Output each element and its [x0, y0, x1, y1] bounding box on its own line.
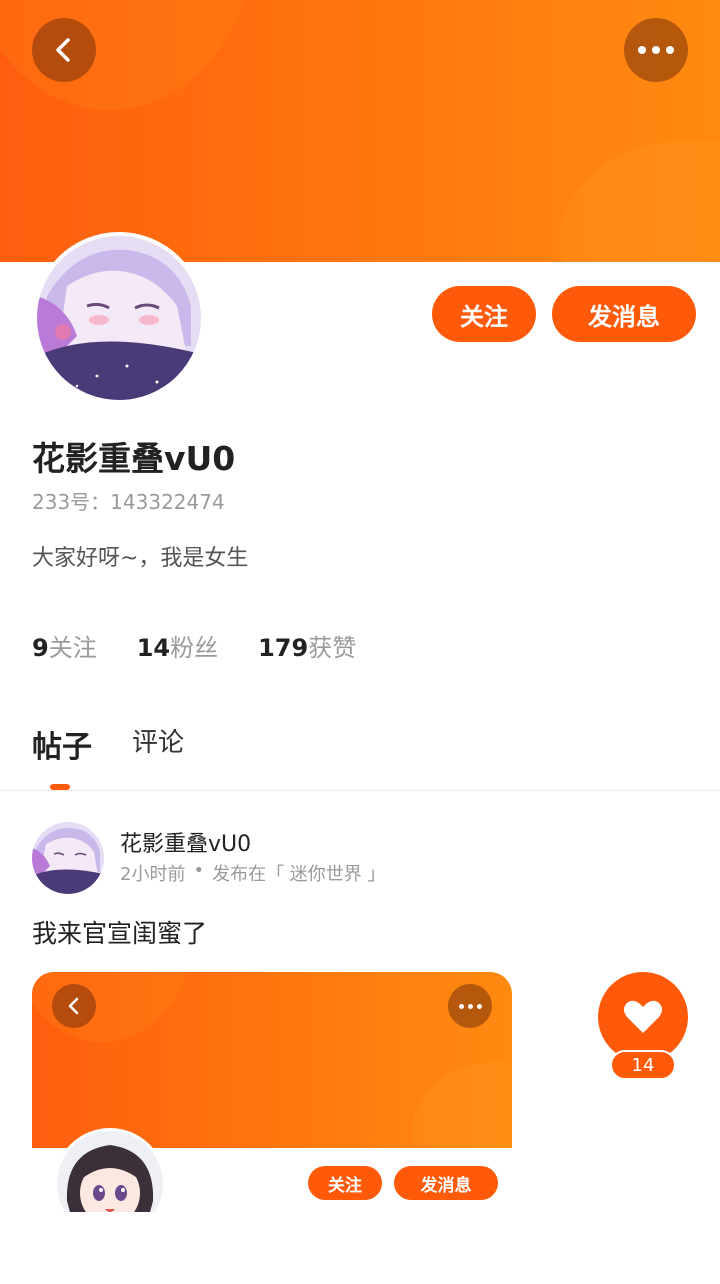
stat-following[interactable]: 9关注 [32, 628, 97, 663]
post-author-name[interactable]: 花影重叠vU0 [120, 826, 251, 858]
tab-comments[interactable]: 评论 [132, 722, 184, 766]
image-more-button [448, 984, 492, 1028]
like-count: 14 [610, 1050, 676, 1080]
stat-likes[interactable]: 179获赞 [258, 628, 356, 663]
avatar-illustration [32, 822, 104, 894]
profile-tabs: 帖子 评论 [32, 722, 184, 766]
stat-fans[interactable]: 14粉丝 [137, 628, 218, 663]
chevron-left-icon [56, 38, 70, 62]
profile-uid: 233号：143322474 [32, 490, 225, 514]
profile-username: 花影重叠vU0 [32, 439, 236, 478]
more-dots-icon [458, 1003, 482, 1009]
profile-stats: 9关注 14粉丝 179获赞 [32, 628, 356, 663]
tab-posts[interactable]: 帖子 [32, 722, 92, 766]
follow-button[interactable]: 关注 [432, 286, 536, 342]
like-button[interactable] [598, 972, 688, 1062]
image-back-button [52, 984, 96, 1028]
heart-icon [624, 1000, 662, 1033]
post-community[interactable]: 发布在「 迷你世界 」 [212, 860, 385, 886]
image-follow-label: 关注 [308, 1166, 382, 1200]
post-author-avatar[interactable] [32, 822, 104, 894]
meta-separator: • [193, 860, 205, 881]
image-banner [32, 972, 512, 1148]
image-message-label: 发消息 [394, 1166, 498, 1200]
more-dots-icon [638, 46, 674, 54]
more-button[interactable] [624, 18, 688, 82]
avatar-illustration [37, 236, 201, 400]
chevron-left-icon [68, 997, 79, 1015]
post-text: 我来官宣闺蜜了 [32, 919, 208, 948]
profile-bio: 大家好呀~，我是女生 [32, 546, 249, 571]
post-image[interactable]: 关注 发消息 [32, 972, 512, 1212]
profile-avatar[interactable] [33, 232, 205, 404]
post-meta: 2小时前 • 发布在「 迷你世界 」 [120, 860, 386, 886]
send-message-button[interactable]: 发消息 [552, 286, 696, 342]
post-time: 2小时前 [120, 864, 186, 885]
back-button[interactable] [32, 18, 96, 82]
divider [0, 790, 720, 791]
profile-banner [0, 0, 720, 262]
avatar-illustration [57, 1131, 163, 1212]
